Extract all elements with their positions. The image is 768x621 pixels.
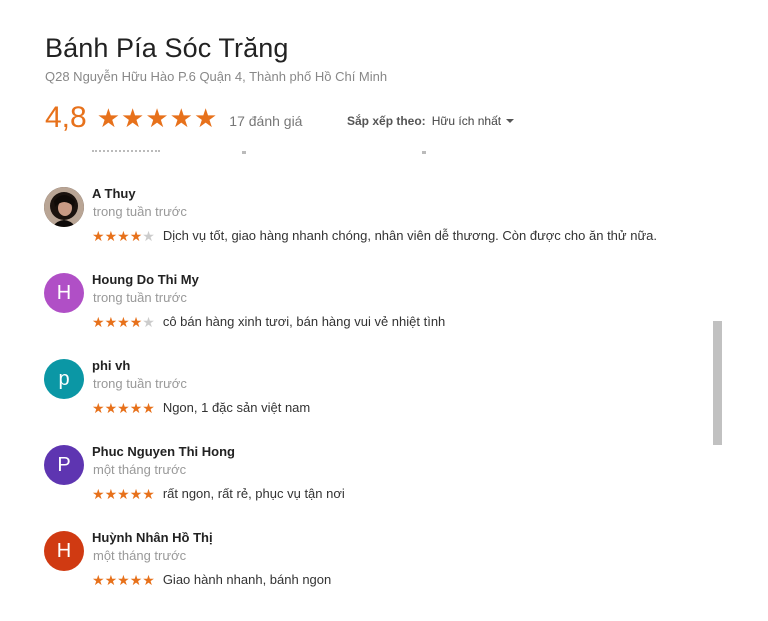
star-filled-icon: ★ — [117, 313, 130, 330]
review-time: một tháng trước — [93, 462, 187, 477]
avatar[interactable]: P — [44, 445, 84, 485]
review-body: ★ ★ ★ ★ ★ cô bán hàng xinh tươi, bán hàng vu… — [92, 314, 445, 329]
star-filled-icon: ★ — [117, 485, 130, 502]
review-body: ★ ★ ★ ★ ★ Ngon, 1 đặc sản việt nam — [92, 400, 310, 415]
star-filled-icon: ★ — [142, 571, 155, 588]
reviews-dialog: Bánh Pía Sóc Trăng Q28 Nguyễn Hữu Hào P.… — [0, 0, 768, 621]
star-filled-icon: ★ — [117, 571, 130, 588]
review-item: p phi vh trong tuần trước ★ ★ ★ ★ ★ Ngon, 1 … — [44, 358, 724, 429]
review-body: ★ ★ ★ ★ ★ rất ngon, rất rẻ, phục vụ tận nơi — [92, 486, 345, 501]
review-item: H Houng Do Thi My trong tuần trước ★ ★ ★ ★ ★… — [44, 272, 724, 343]
rating-value: 4,8 — [45, 101, 87, 134]
star-filled-icon: ★ — [129, 485, 143, 502]
clipped-stars — [92, 150, 160, 155]
star-filled-icon: ★ — [117, 399, 130, 416]
caret-down-icon[interactable] — [506, 119, 515, 123]
sort-label: Sắp xếp theo: — [347, 114, 426, 128]
clipped-text — [242, 151, 246, 154]
star-filled-icon: ★ — [92, 227, 105, 244]
review-time: trong tuần trước — [93, 376, 187, 391]
review-stars: ★ ★ ★ ★ ★ — [92, 573, 155, 587]
place-address: Q28 Nguyễn Hữu Hào P.6 Quận 4, Thành phố… — [45, 69, 388, 84]
star-empty-icon: ★ — [142, 227, 155, 244]
review-body: ★ ★ ★ ★ ★ Giao hành nhanh, bánh ngon — [92, 572, 331, 587]
star-filled-icon: ★ — [92, 313, 105, 330]
place-title: Bánh Pía Sóc Trăng — [45, 33, 289, 63]
review-stars: ★ ★ ★ ★ ★ — [92, 487, 155, 501]
star-filled-icon: ★ — [104, 571, 118, 588]
review-time: trong tuần trước — [93, 290, 187, 305]
review-item: H Huỳnh Nhân Hồ Thị một tháng trước ★ ★ ★ ★… — [44, 530, 724, 601]
reviewer-name[interactable]: Huỳnh Nhân Hồ Thị — [92, 530, 213, 545]
star-empty-icon: ★ — [142, 313, 155, 330]
reviewer-name[interactable]: Phuc Nguyen Thi Hong — [92, 444, 235, 459]
star-filled-icon: ★ — [104, 313, 118, 330]
review-time: trong tuần trước — [93, 204, 187, 219]
avatar[interactable]: H — [44, 531, 84, 571]
star-icon: ★ — [145, 103, 169, 133]
star-icon: ★ — [121, 103, 145, 133]
review-text: Ngon, 1 đặc sản việt nam — [162, 400, 311, 415]
sort-dropdown[interactable]: Sắp xếp theo: Hữu ích nhất — [347, 114, 515, 128]
reviewer-name[interactable]: A Thuy — [92, 186, 136, 201]
clipped-review-row — [92, 144, 452, 158]
star-filled-icon: ★ — [142, 485, 155, 502]
rating-stars: ★ ★ ★ ★ ★ — [97, 105, 218, 131]
reviewer-name[interactable]: Houng Do Thi My — [92, 272, 199, 287]
review-time: một tháng trước — [93, 548, 187, 563]
star-filled-icon: ★ — [129, 399, 143, 416]
star-filled-icon: ★ — [92, 571, 105, 588]
star-filled-icon: ★ — [92, 485, 105, 502]
star-filled-icon: ★ — [104, 227, 118, 244]
star-filled-icon: ★ — [129, 571, 143, 588]
review-text: rất ngon, rất rẻ, phục vụ tận nơi — [162, 486, 345, 501]
star-filled-icon: ★ — [92, 399, 105, 416]
review-item: P Phuc Nguyen Thi Hong một tháng trước ★… — [44, 444, 724, 515]
avatar[interactable]: p — [44, 359, 84, 399]
star-filled-icon: ★ — [129, 313, 143, 330]
star-icon: ★ — [96, 103, 121, 133]
review-stars: ★ ★ ★ ★ ★ — [92, 401, 155, 415]
star-filled-icon: ★ — [104, 485, 118, 502]
review-body: ★ ★ ★ ★ ★ Dịch vụ tốt, giao hàng nhanh chóng… — [92, 228, 657, 243]
review-stars: ★ ★ ★ ★ ★ — [92, 229, 155, 243]
review-text: Giao hành nhanh, bánh ngon — [162, 572, 332, 587]
clipped-text — [422, 151, 426, 154]
review-text: cô bán hàng xinh tươi, bán hàng vui vẻ n… — [162, 314, 446, 329]
rating-summary: 4,8 ★ ★ ★ ★ ★ 17 đánh giá — [45, 100, 302, 136]
review-text: Dịch vụ tốt, giao hàng nhanh chóng, nhân… — [162, 228, 657, 243]
star-icon: ★ — [169, 103, 193, 133]
user-photo-icon — [44, 187, 84, 227]
review-item: A Thuy trong tuần trước ★ ★ ★ ★ ★ Dịch vụ tố… — [44, 186, 724, 257]
star-filled-icon: ★ — [104, 399, 118, 416]
star-icon: ★ — [193, 103, 218, 133]
star-filled-icon: ★ — [129, 227, 143, 244]
avatar[interactable]: H — [44, 273, 84, 313]
avatar[interactable] — [44, 187, 84, 227]
star-filled-icon: ★ — [117, 227, 130, 244]
review-count: 17 đánh giá — [229, 113, 303, 129]
review-stars: ★ ★ ★ ★ ★ — [92, 315, 155, 329]
reviewer-name[interactable]: phi vh — [92, 358, 130, 373]
sort-value[interactable]: Hữu ích nhất — [432, 114, 501, 128]
scrollbar-thumb[interactable] — [713, 321, 722, 445]
star-filled-icon: ★ — [142, 399, 155, 416]
